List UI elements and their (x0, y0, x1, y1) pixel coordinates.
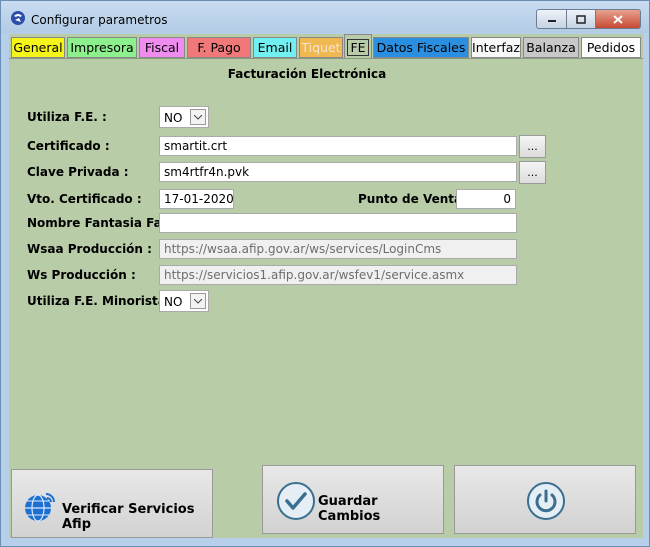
utiliza-fe-value: NO (164, 111, 183, 125)
guardar-cambios-button[interactable]: Guardar Cambios (262, 465, 444, 534)
power-icon (527, 482, 565, 520)
client-area: General Impresora Fiscal F. Pago Email T… (9, 34, 643, 538)
minorista-select[interactable]: NO (159, 290, 209, 312)
verificar-servicios-button[interactable]: Verificar Servicios Afip (11, 469, 213, 538)
vto-certificado-field[interactable]: 17-01-2020 (159, 189, 234, 209)
tab-f-pago[interactable]: F. Pago (187, 37, 251, 58)
tab-interfaz[interactable]: Interfaz (471, 37, 521, 58)
ws-field: https://servicios1.afip.gov.ar/wsfev1/se… (159, 265, 517, 285)
nombre-fantasia-field[interactable] (159, 213, 517, 233)
tab-label: Email (257, 40, 293, 55)
certificado-field[interactable]: smartit.crt (159, 136, 517, 156)
minimize-icon (547, 20, 556, 22)
wsaa-field: https://wsaa.afip.gov.ar/ws/services/Log… (159, 239, 517, 259)
tab-email[interactable]: Email (253, 37, 297, 58)
tab-balanza[interactable]: Balanza (523, 37, 579, 58)
tab-fe[interactable]: FE (344, 34, 372, 59)
tab-label: FE (347, 38, 369, 56)
section-heading: Facturación Electrónica (227, 67, 387, 81)
tab-label: Balanza (526, 40, 576, 55)
maximize-icon (576, 14, 586, 24)
minorista-value: NO (164, 295, 183, 309)
punto-venta-label: Punto de Venta : (358, 192, 472, 206)
tab-fiscal[interactable]: Fiscal (139, 37, 185, 58)
check-icon (277, 482, 315, 520)
verificar-servicios-label: Verificar Servicios Afip (62, 502, 195, 532)
tab-general[interactable]: General (11, 37, 65, 58)
tab-datos-fiscales[interactable]: Datos Fiscales (373, 37, 469, 58)
certificado-browse-button[interactable]: ... (519, 135, 546, 158)
clave-privada-field[interactable]: sm4rtfr4n.pvk (159, 162, 517, 182)
close-button[interactable] (596, 9, 641, 29)
config-window: Configurar parametros General Impresora … (0, 0, 650, 547)
certificado-label: Certificado : (27, 139, 110, 153)
chevron-down-icon[interactable] (190, 293, 206, 309)
tab-label: General (13, 40, 63, 55)
tab-impresora[interactable]: Impresora (67, 37, 137, 58)
tab-tiquet[interactable]: Tiquet (299, 37, 343, 58)
clave-privada-browse-button[interactable]: ... (519, 161, 546, 184)
clave-privada-label: Clave Privada : (27, 165, 129, 179)
app-logo-icon (11, 11, 25, 25)
tab-label: Pedidos (586, 40, 636, 55)
maximize-button[interactable] (567, 9, 596, 29)
tab-label: Interfaz (472, 40, 520, 55)
ws-label: Ws Producción : (27, 268, 136, 282)
globe-icon (25, 493, 55, 522)
close-icon (613, 14, 623, 24)
fe-panel: Facturación Electrónica Utiliza F.E. : N… (9, 58, 643, 539)
guardar-cambios-label: Guardar Cambios (318, 494, 381, 524)
exit-button[interactable] (454, 465, 636, 534)
tab-pedidos[interactable]: Pedidos (581, 37, 641, 58)
utiliza-fe-select[interactable]: NO (159, 106, 209, 128)
tab-label: Tiquet (301, 40, 341, 55)
punto-venta-field[interactable]: 0 (456, 189, 516, 209)
tab-label: Fiscal (144, 40, 180, 55)
tab-label: Datos Fiscales (376, 40, 466, 55)
window-title: Configurar parametros (31, 13, 168, 27)
minorista-label: Utiliza F.E. Minorista : (27, 294, 175, 308)
tab-label: F. Pago (197, 40, 241, 55)
wsaa-label: Wsaa Producción : (27, 242, 152, 256)
title-bar[interactable]: Configurar parametros (1, 1, 649, 33)
minimize-button[interactable] (536, 9, 567, 29)
tab-bar: General Impresora Fiscal F. Pago Email T… (9, 34, 643, 59)
tab-label: Impresora (70, 40, 134, 55)
chevron-down-icon[interactable] (190, 109, 206, 125)
vto-certificado-label: Vto. Certificado : (27, 192, 142, 206)
utiliza-fe-label: Utiliza F.E. : (27, 110, 107, 124)
